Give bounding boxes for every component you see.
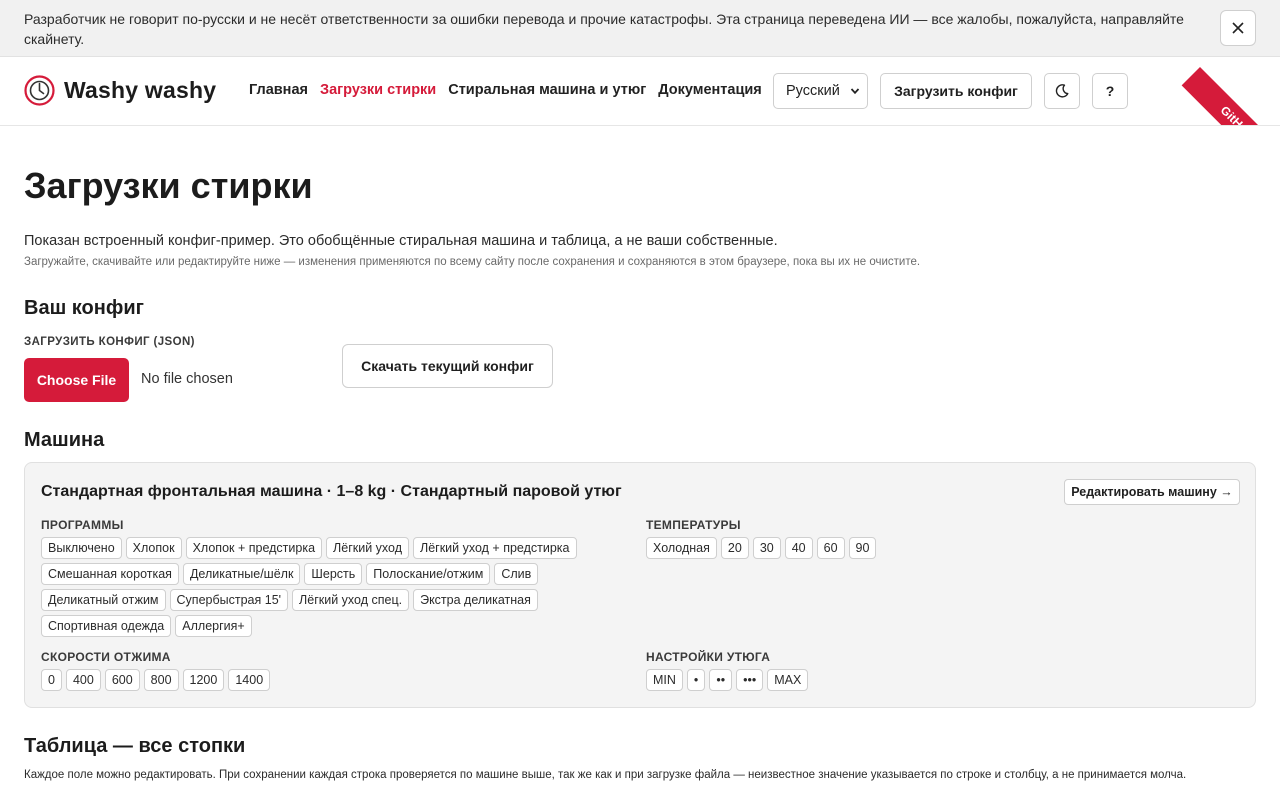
iron-setting-chip: •• [709, 669, 733, 691]
temperature-chip: 30 [752, 537, 781, 559]
spin-speed-chip: 1400 [228, 669, 271, 691]
upload-config-button[interactable]: Загрузить конфиг [880, 73, 1032, 109]
spin-speed-chip: 800 [143, 669, 179, 691]
washing-machine-logo-icon [24, 75, 55, 106]
spin-speeds-label: СКОРОСТИ ОТЖИМА [41, 650, 171, 664]
temperatures-label: ТЕМПЕРАТУРЫ [646, 518, 741, 532]
page-lead: Показан встроенный конфиг-пример. Это об… [24, 233, 778, 249]
close-icon [1232, 22, 1244, 34]
moon-icon [1055, 84, 1069, 98]
chevron-down-icon [850, 88, 860, 95]
language-value: Русский [786, 83, 840, 99]
nav-documentation[interactable]: Документация [658, 82, 762, 98]
program-chip: Аллергия+ [175, 615, 252, 637]
iron-setting-chip: MIN [646, 669, 683, 691]
upload-config-label: ЗАГРУЗИТЬ КОНФИГ (JSON) [24, 336, 195, 348]
edit-machine-button[interactable]: Редактировать машину → [1064, 479, 1240, 505]
temperature-chip: 60 [816, 537, 845, 559]
programs-list: Выключено Хлопок Хлопок + предстирка Лёгкий… [41, 537, 611, 637]
machine-heading: Машина [24, 429, 105, 451]
nav-machine-and-iron[interactable]: Стиральная машина и утюг [448, 82, 646, 98]
theme-toggle-button[interactable] [1044, 73, 1080, 109]
help-button[interactable]: ? [1092, 73, 1128, 109]
banner-text: Разработчик не говорит по-русски и не не… [24, 11, 1184, 47]
download-config-button[interactable]: Скачать текущий конфиг [342, 344, 553, 388]
temperature-chip: Холодная [646, 537, 717, 559]
programs-label: ПРОГРАММЫ [41, 518, 124, 532]
spin-speed-chip: 600 [104, 669, 140, 691]
translation-banner: Разработчик не говорит по-русски и не не… [0, 0, 1280, 57]
program-chip: Деликатный отжим [41, 589, 166, 611]
spin-speed-chip: 1200 [182, 669, 225, 691]
config-heading: Ваш конфиг [24, 297, 144, 319]
site-header: Washy washy Главная Загрузки стирки Стир… [0, 57, 1280, 126]
temperatures-list: Холодная 20 30 40 60 90 [646, 537, 1206, 559]
iron-settings-list: MIN • •• ••• MAX [646, 669, 1206, 691]
program-chip: Хлопок [125, 537, 182, 559]
program-chip: Хлопок + предстирка [185, 537, 323, 559]
temperature-chip: 40 [784, 537, 813, 559]
page-title: Загрузки стирки [24, 165, 313, 206]
github-ribbon-label: GitHub [1217, 103, 1256, 126]
program-chip: Слив [494, 563, 539, 585]
temperature-chip: 20 [720, 537, 749, 559]
nav-home[interactable]: Главная [249, 82, 308, 98]
table-heading: Таблица — все стопки [24, 735, 246, 757]
program-chip: Смешанная короткая [41, 563, 179, 585]
program-chip: Полоскание/отжим [366, 563, 491, 585]
github-ribbon[interactable]: GitHub [1181, 67, 1280, 126]
iron-setting-chip: • [686, 669, 706, 691]
machine-title: Стандартная фронтальная машина · 1–8 kg … [41, 483, 622, 500]
iron-setting-chip: ••• [736, 669, 764, 691]
main-nav: Главная Загрузки стирки Стиральная машин… [249, 82, 762, 98]
spin-speed-chip: 0 [41, 669, 62, 691]
logo[interactable]: Washy washy [24, 75, 216, 106]
iron-setting-chip: MAX [767, 669, 809, 691]
program-chip: Экстра деликатная [413, 589, 538, 611]
temperature-chip: 90 [848, 537, 877, 559]
program-chip: Спортивная одежда [41, 615, 172, 637]
logo-text: Washy washy [64, 77, 217, 103]
language-select[interactable]: Русский [773, 73, 868, 109]
iron-settings-label: НАСТРОЙКИ УТЮГА [646, 650, 771, 664]
program-chip: Лёгкий уход спец. [292, 589, 410, 611]
table-intro: Каждое поле можно редактировать. При сох… [24, 769, 1187, 781]
banner-close-button[interactable] [1220, 10, 1256, 46]
program-chip: Деликатные/шёлк [182, 563, 301, 585]
spin-speed-chip: 400 [65, 669, 101, 691]
program-chip: Супербыстрая 15' [169, 589, 289, 611]
nav-laundry-loads[interactable]: Загрузки стирки [320, 82, 436, 98]
choose-file-button[interactable]: Choose File [24, 358, 129, 402]
no-file-chosen-text: No file chosen [141, 371, 233, 387]
machine-card: Стандартная фронтальная машина · 1–8 kg … [24, 462, 1256, 708]
page-sublead: Загружайте, скачивайте или редактируйте … [24, 256, 921, 268]
program-chip: Лёгкий уход [326, 537, 409, 559]
program-chip: Лёгкий уход + предстирка [413, 537, 577, 559]
program-chip: Шерсть [304, 563, 363, 585]
spin-speeds-list: 0 400 600 800 1200 1400 [41, 669, 611, 691]
program-chip: Выключено [41, 537, 122, 559]
